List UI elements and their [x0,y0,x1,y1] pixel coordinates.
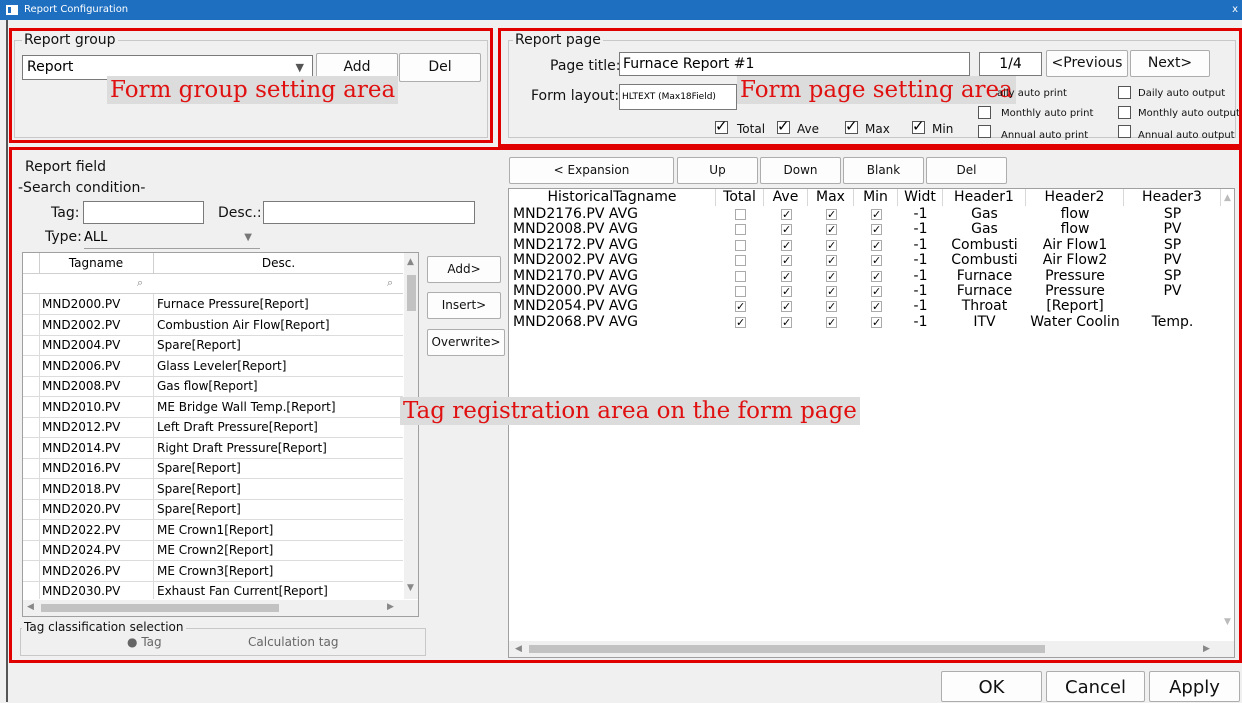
cancel-button[interactable]: Cancel [1046,671,1145,702]
window-title: Report Configuration [24,4,129,15]
registration-area-highlight [9,147,1242,663]
title-bar: Report Configuration x [0,0,1242,20]
group-area-highlight [9,28,493,143]
apply-button[interactable]: Apply [1149,671,1240,702]
window-icon [6,5,18,15]
ok-button[interactable]: OK [941,671,1042,702]
window-border [6,20,8,702]
close-icon[interactable]: x [1232,0,1238,20]
page-area-highlight [498,28,1242,147]
